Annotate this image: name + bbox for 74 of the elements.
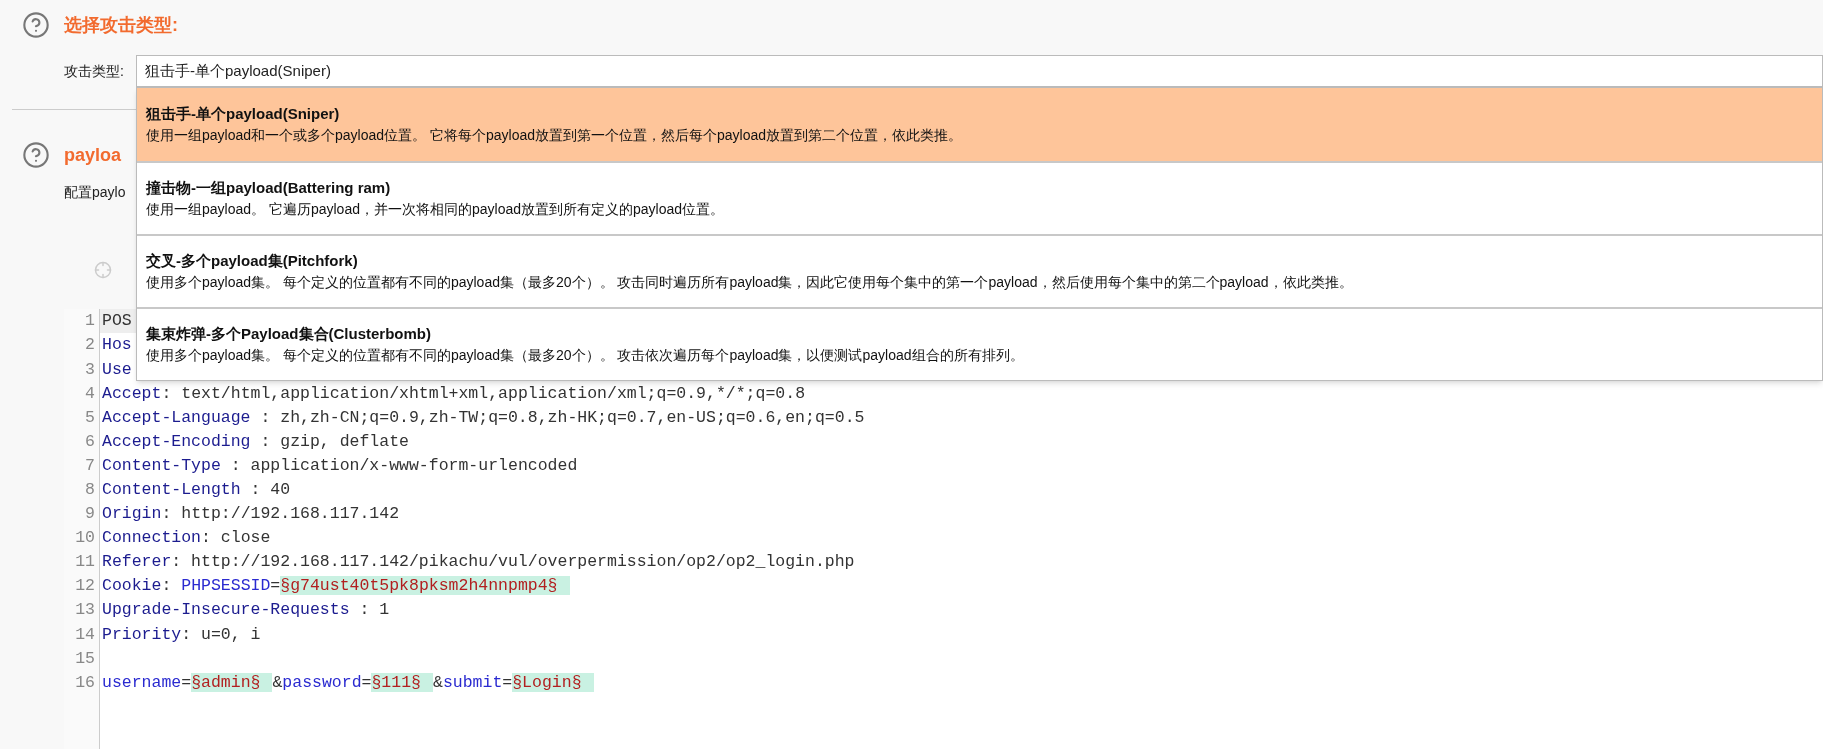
code-text: : gzip, deflate	[259, 431, 409, 451]
code-text: : close	[201, 528, 271, 548]
line-number: 8	[84, 479, 95, 501]
code-text: : http://192.168.117.142/pikachu/vul/overpermission/op2/op2_login.php	[171, 552, 855, 572]
header-name: Priority	[102, 624, 182, 644]
header-name: Hos	[102, 335, 132, 355]
code-text: =	[270, 576, 281, 596]
header-name: Accept	[102, 383, 162, 403]
code-text: : zh,zh-CN;q=0.9,zh-TW;q=0.8,zh-HK;q=0.7,en-US;q=0.6,en;q=0.5	[259, 407, 865, 427]
parameter-name: submit	[442, 672, 503, 692]
option-description: 使用多个payload集。 每个定义的位置都有不同的payload集（最多20个）。 攻击同时遍历所有payload集，因此它使用每个集中的第一个payload，然后使用每个集中的第二个payload，依此类推。	[146, 273, 1354, 293]
payload-marker: §admin§	[191, 672, 273, 692]
parameter-name: password	[282, 672, 362, 692]
payload-marker: §111§	[371, 672, 433, 692]
code-text: : http://192.168.117.142	[161, 504, 400, 524]
option-title: 狙击手-单个payload(Sniper)	[146, 103, 341, 124]
code-text: =	[361, 672, 372, 692]
code-text: : 1	[358, 600, 390, 620]
option-title: 撞击物-一组payload(Battering ram)	[146, 177, 392, 198]
header-name: Upgrade-Insecure-Requests	[102, 600, 350, 620]
header-name: Origin	[102, 504, 162, 524]
option-description: 使用多个payload集。 每个定义的位置都有不同的payload集（最多20个）。 攻击依次遍历每个payload集，以便测试payload组合的所有排列。	[146, 346, 1025, 366]
code-text: : application/x-www-form-urlencoded	[229, 455, 578, 475]
dropdown-option[interactable]: 狙击手-单个payload(Sniper) 使用一组payload和一个或多个payload位置。 它将每个payload放置到第一个位置，然后每个payload放置到第二个位置，依此类推。	[137, 88, 1822, 161]
dropdown-option[interactable]: 交叉-多个payload集(Pitchfork) 使用多个payload集。 每个定义的位置都有不同的payload集（最多20个）。 攻击同时遍历所有payload集，因此它使用每个集中的第一个payload，然后使用每个集中的第二个payload，依此类推。	[137, 234, 1822, 307]
line-number: 5	[84, 406, 95, 429]
section-title: payloa	[64, 143, 122, 167]
option-description: 使用一组payload。 它遍历payload，并一次将相同的payload放置到所有定义的payload位置。	[146, 200, 726, 220]
line-number: 12	[74, 575, 95, 598]
line-number: 15	[74, 647, 95, 670]
line-number: 3	[84, 358, 95, 381]
header-name: Referer	[102, 552, 172, 572]
line-number: 13	[74, 599, 95, 622]
header-name: Connection	[102, 528, 202, 548]
code-text: : text/html,application/xhtml+xml,application/xml;q=0.9,*/*;q=0.8	[161, 383, 806, 403]
parameter-name: username	[102, 672, 182, 692]
header-name: Accept-Language	[102, 407, 251, 427]
line-number: 2	[84, 334, 95, 357]
section-description: 配置paylo	[64, 182, 126, 202]
line-number: 6	[84, 430, 95, 453]
option-title: 交叉-多个payload集(Pitchfork)	[146, 250, 359, 271]
code-text: =	[502, 672, 513, 692]
help-icon[interactable]	[22, 141, 50, 169]
option-description: 使用一组payload和一个或多个payload位置。 它将每个payload放置到第一个位置，然后每个payload放置到第二个位置，依此类推。	[146, 126, 964, 146]
payload-marker: §g74ust40t5pk8pksm2h4nnpmp4§	[280, 576, 570, 596]
dropdown-option[interactable]: 集束炸弹-多个Payload集合(Clusterbomb) 使用多个payload集。 每个定义的位置都有不同的payload集（最多20个）。 攻击依次遍历每个payload集，以便测试payload组合的所有排列。	[137, 307, 1822, 380]
help-icon[interactable]	[22, 11, 50, 39]
code-text: =	[181, 672, 192, 692]
line-number: 1	[84, 310, 95, 333]
line-number: 11	[74, 551, 95, 574]
line-number: 7	[84, 454, 95, 477]
code-text: &	[433, 672, 443, 692]
line-number: 14	[74, 623, 95, 646]
line-number: 4	[84, 382, 95, 405]
code-text: &	[272, 672, 283, 692]
line-number: 16	[74, 671, 95, 694]
attack-type-select[interactable]: 狙击手-单个payload(Sniper)	[136, 55, 1823, 87]
code-text: POS	[102, 311, 132, 331]
parameter-name: PHPSESSID	[181, 576, 271, 596]
section-title: 选择攻击类型:	[64, 13, 178, 37]
code-text: :	[161, 576, 173, 596]
header-name: Cookie	[102, 576, 162, 596]
code-text: : u=0, i	[181, 624, 261, 644]
line-number: 10	[74, 527, 95, 550]
dropdown-option[interactable]: 撞击物-一组payload(Battering ram) 使用一组payload。 它遍历payload，并一次将相同的payload放置到所有定义的payload位置。	[137, 161, 1822, 234]
line-number: 9	[84, 503, 95, 526]
header-name: Content-Length	[102, 480, 241, 499]
option-title: 集束炸弹-多个Payload集合(Clusterbomb)	[146, 323, 432, 344]
field-label: 攻击类型:	[64, 61, 125, 81]
header-name: Use	[102, 359, 132, 379]
payload-marker: §Login§	[512, 672, 594, 692]
code-text: : 40	[249, 480, 291, 499]
header-name: Content-Type	[102, 455, 221, 475]
header-name: Accept-Encoding	[102, 431, 251, 451]
